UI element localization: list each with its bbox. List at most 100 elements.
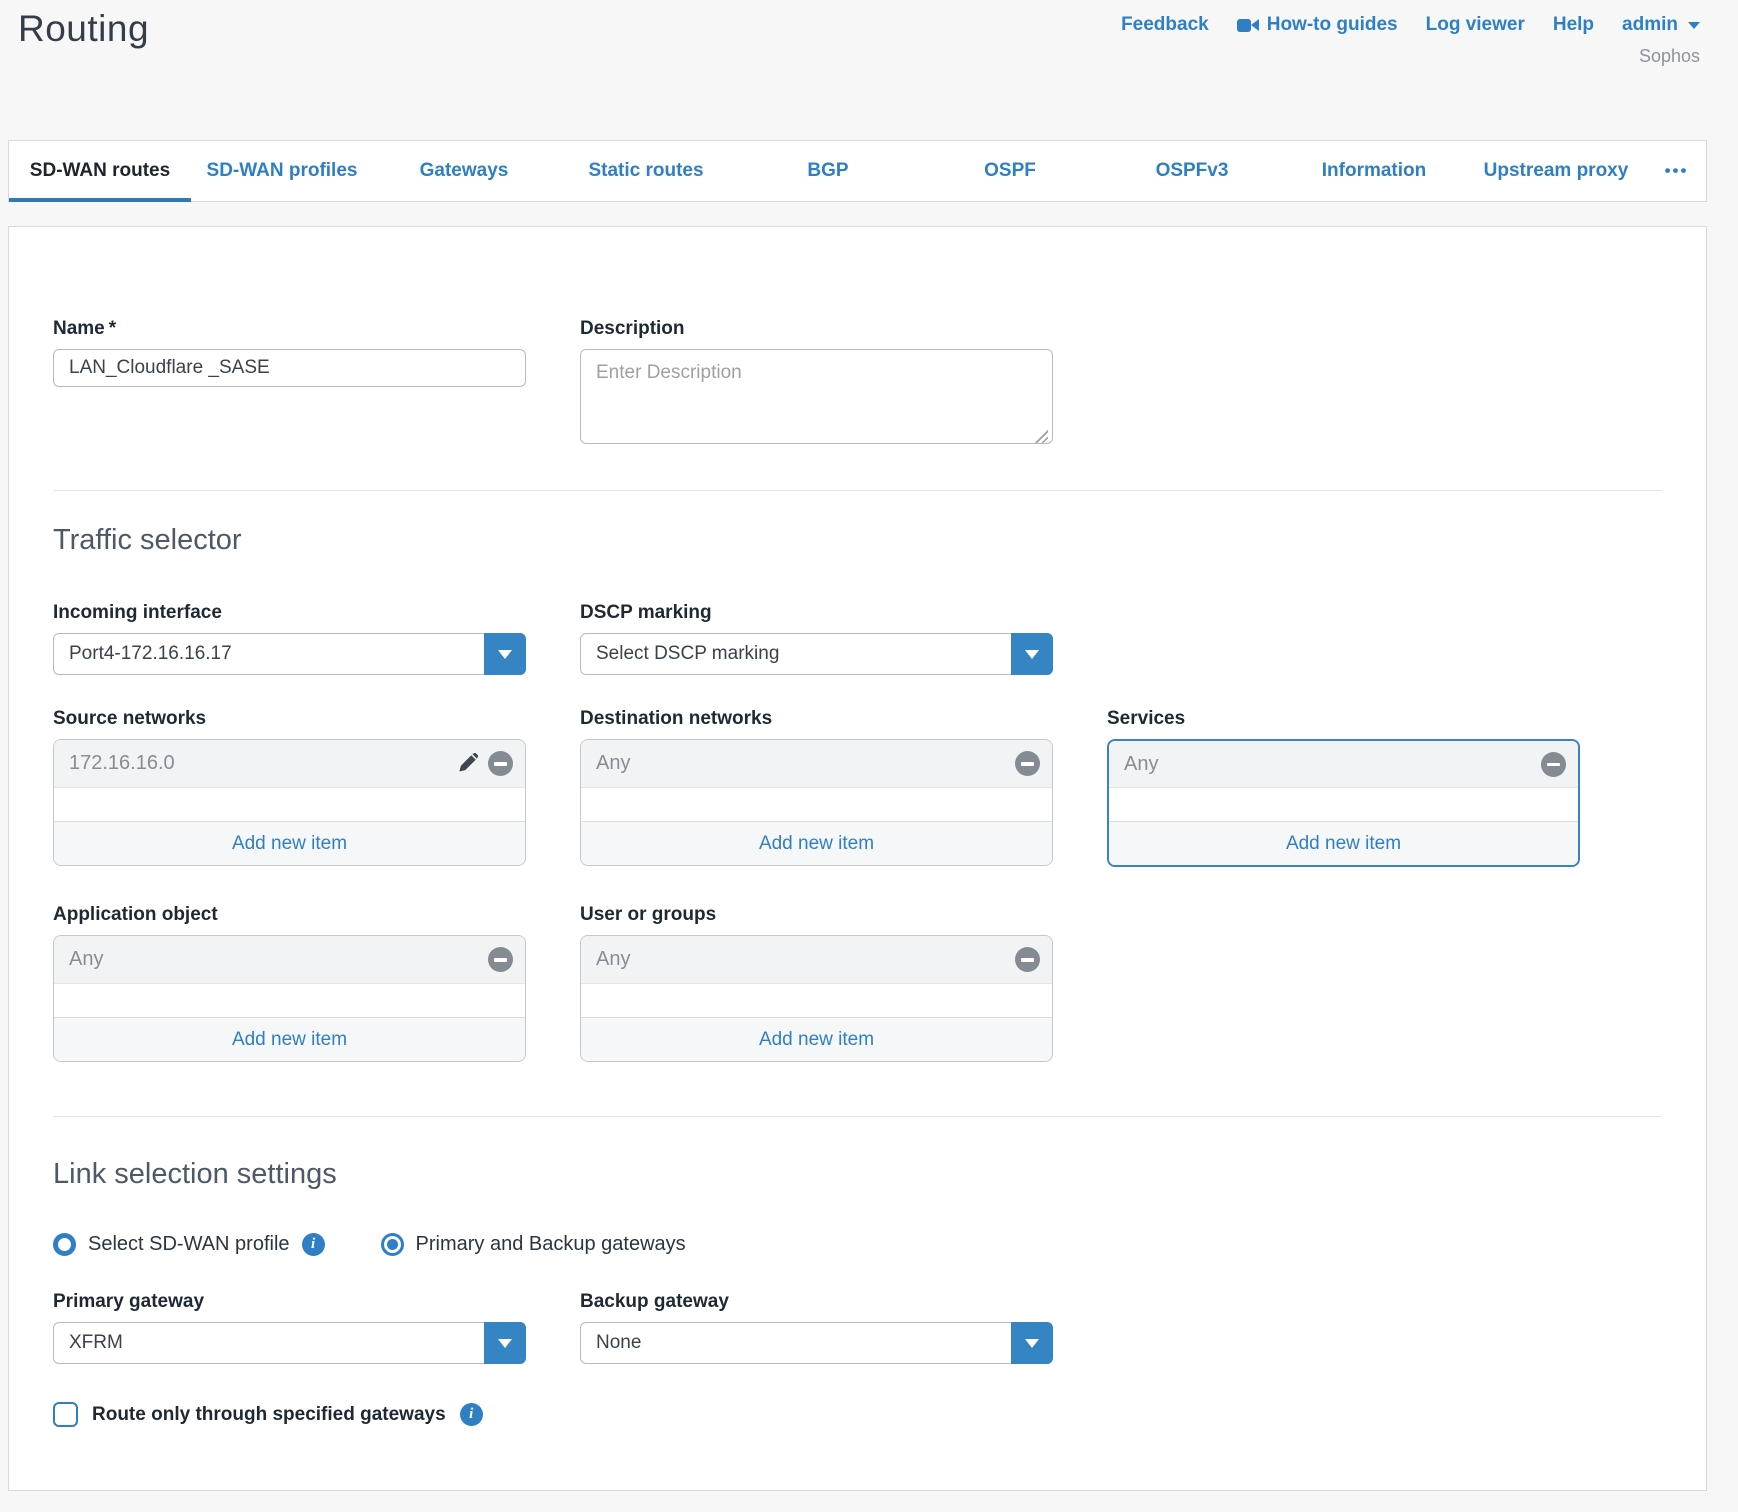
chevron-down-icon [498, 1339, 512, 1348]
dropdown-arrow-button[interactable] [484, 1322, 526, 1364]
list-item: Any [54, 936, 525, 984]
description-textarea[interactable] [580, 349, 1053, 444]
services-add-button[interactable]: Add new item [1109, 821, 1578, 865]
link-selection-radio-row: Select SD-WAN profile i Primary and Back… [53, 1233, 1662, 1256]
route-only-row: Route only through specified gateways i [53, 1402, 1662, 1427]
application-object-value: Any [69, 948, 488, 971]
video-camera-icon [1237, 18, 1259, 33]
service-value: Any [1124, 753, 1541, 776]
backup-gateway-value: None [596, 1332, 641, 1354]
name-input[interactable] [53, 349, 526, 387]
list-empty-area [1109, 788, 1578, 821]
top-navigation: Feedback How-to guides Log viewer Help a… [1121, 14, 1700, 36]
tab-static-routes[interactable]: Static routes [555, 141, 737, 201]
primary-backup-radio-label: Primary and Backup gateways [416, 1233, 686, 1256]
services-group: Services Any Add new item [1107, 707, 1580, 867]
tab-overflow-button[interactable]: ••• [1647, 141, 1706, 201]
link-selection-heading: Link selection settings [53, 1157, 1662, 1191]
tab-sdwan-profiles[interactable]: SD-WAN profiles [191, 141, 373, 201]
source-networks-group: Source networks 172.16.16.0 Add new item [53, 707, 526, 867]
help-link[interactable]: Help [1553, 14, 1594, 36]
admin-menu[interactable]: admin [1622, 14, 1700, 36]
application-object-box: Any Add new item [53, 935, 526, 1062]
incoming-interface-label: Incoming interface [53, 601, 526, 625]
backup-gateway-label: Backup gateway [580, 1290, 1053, 1314]
info-icon[interactable]: i [302, 1233, 325, 1256]
tab-ospf[interactable]: OSPF [919, 141, 1101, 201]
tab-information[interactable]: Information [1283, 141, 1465, 201]
tab-gateways[interactable]: Gateways [373, 141, 555, 201]
description-label: Description [580, 317, 1053, 341]
source-networks-label: Source networks [53, 707, 526, 731]
primary-gateway-label: Primary gateway [53, 1290, 526, 1314]
dropdown-arrow-button[interactable] [1011, 633, 1053, 675]
backup-gateway-dropdown[interactable]: None [580, 1322, 1053, 1364]
remove-minus-icon[interactable] [488, 947, 513, 972]
application-object-label: Application object [53, 903, 526, 927]
name-field-group: Name* [53, 317, 526, 450]
primary-gateway-value: XFRM [69, 1332, 123, 1354]
dscp-marking-label: DSCP marking [580, 601, 1053, 625]
user-or-groups-label: User or groups [580, 903, 1053, 927]
application-object-group: Application object Any Add new item [53, 903, 526, 1062]
user-or-groups-add-button[interactable]: Add new item [581, 1017, 1052, 1061]
list-empty-area [581, 788, 1052, 821]
tab-sdwan-routes[interactable]: SD-WAN routes [9, 141, 191, 201]
user-or-groups-box: Any Add new item [580, 935, 1053, 1062]
destination-networks-add-button[interactable]: Add new item [581, 821, 1052, 865]
sdwan-profile-radio-label: Select SD-WAN profile [88, 1233, 290, 1256]
log-viewer-link[interactable]: Log viewer [1426, 14, 1525, 36]
list-empty-area [54, 788, 525, 821]
sdwan-profile-radio-group: Select SD-WAN profile i [53, 1233, 325, 1256]
primary-backup-radio[interactable] [381, 1233, 404, 1256]
source-networks-box: 172.16.16.0 Add new item [53, 739, 526, 866]
tab-upstream-proxy[interactable]: Upstream proxy [1465, 141, 1647, 201]
tab-ospfv3[interactable]: OSPFv3 [1101, 141, 1283, 201]
incoming-interface-dropdown[interactable]: Port4-172.16.16.17 [53, 633, 526, 675]
application-object-add-button[interactable]: Add new item [54, 1017, 525, 1061]
list-item: Any [581, 936, 1052, 984]
page-title: Routing [18, 8, 149, 50]
list-empty-area [581, 984, 1052, 1017]
section-divider [53, 1116, 1662, 1117]
destination-networks-box: Any Add new item [580, 739, 1053, 866]
dropdown-arrow-button[interactable] [1011, 1322, 1053, 1364]
source-networks-add-button[interactable]: Add new item [54, 821, 525, 865]
dscp-marking-dropdown[interactable]: Select DSCP marking [580, 633, 1053, 675]
description-field-group: Description [580, 317, 1053, 450]
list-empty-area [54, 984, 525, 1017]
primary-gateway-group: Primary gateway XFRM [53, 1290, 526, 1364]
chevron-down-icon [498, 650, 512, 659]
route-only-label: Route only through specified gateways [92, 1404, 446, 1426]
brand-label: Sophos [1639, 46, 1700, 67]
remove-minus-icon[interactable] [1015, 751, 1040, 776]
backup-gateway-group: Backup gateway None [580, 1290, 1053, 1364]
tab-bgp[interactable]: BGP [737, 141, 919, 201]
sdwan-route-form-panel: Name* Description Traffic selector Incom… [8, 226, 1707, 1491]
info-icon[interactable]: i [460, 1403, 483, 1426]
required-asterisk: * [109, 318, 116, 339]
remove-minus-icon[interactable] [488, 751, 513, 776]
howto-guides-link[interactable]: How-to guides [1237, 14, 1398, 36]
sdwan-profile-radio[interactable] [53, 1233, 76, 1256]
name-label: Name* [53, 317, 526, 341]
remove-minus-icon[interactable] [1541, 752, 1566, 777]
page-header: Routing Feedback How-to guides Log viewe… [0, 0, 1738, 140]
chevron-down-icon [1025, 650, 1039, 659]
user-or-groups-value: Any [596, 948, 1015, 971]
list-item: 172.16.16.0 [54, 740, 525, 788]
traffic-selector-heading: Traffic selector [53, 523, 1662, 557]
incoming-interface-value: Port4-172.16.16.17 [69, 643, 232, 665]
source-network-value: 172.16.16.0 [69, 752, 456, 775]
chevron-down-icon [1025, 1339, 1039, 1348]
remove-minus-icon[interactable] [1015, 947, 1040, 972]
feedback-link[interactable]: Feedback [1121, 14, 1209, 36]
primary-backup-radio-group: Primary and Backup gateways [381, 1233, 686, 1256]
route-only-checkbox[interactable] [53, 1402, 78, 1427]
destination-networks-group: Destination networks Any Add new item [580, 707, 1053, 867]
dropdown-arrow-button[interactable] [484, 633, 526, 675]
edit-pencil-icon[interactable] [456, 753, 478, 775]
primary-gateway-dropdown[interactable]: XFRM [53, 1322, 526, 1364]
routing-tabbar: SD-WAN routes SD-WAN profiles Gateways S… [8, 140, 1707, 202]
list-item: Any [1109, 741, 1578, 788]
